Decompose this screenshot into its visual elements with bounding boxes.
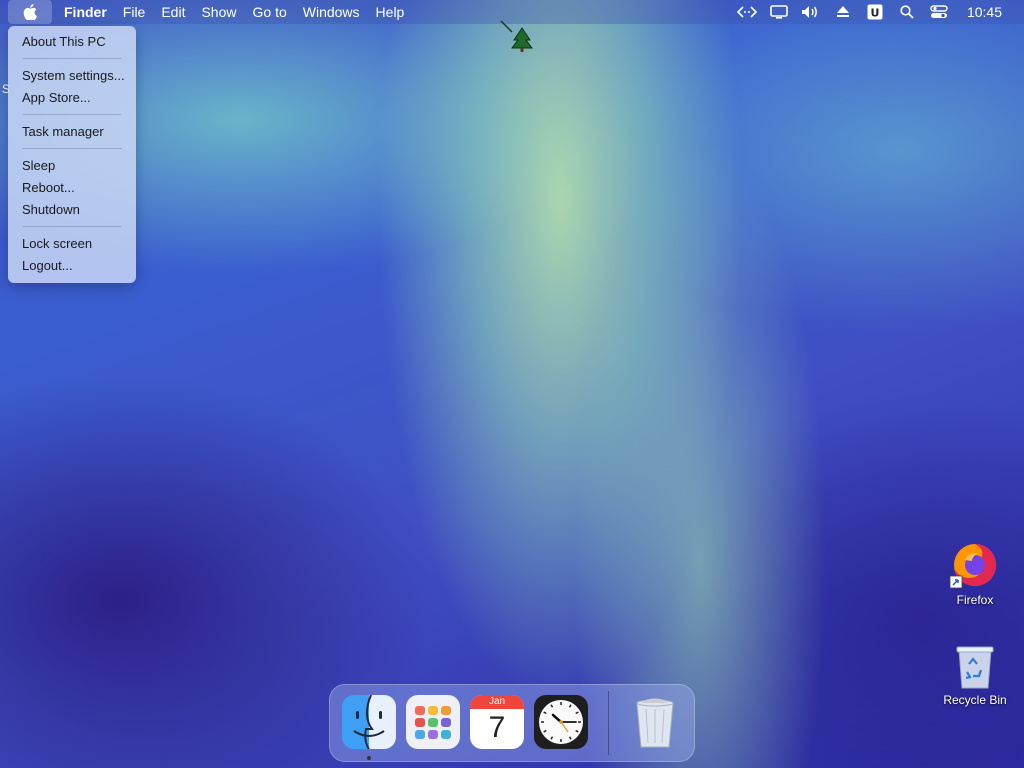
svg-text:U: U (870, 7, 879, 20)
menu-show[interactable]: Show (193, 0, 244, 24)
apple-menu-button[interactable] (8, 0, 52, 24)
desktop: Finder File Edit Show Go to Windows Help… (0, 0, 1024, 768)
dock-app-launchpad[interactable] (406, 695, 460, 749)
dock-app-calendar[interactable]: Jan 7 (470, 695, 524, 749)
dock: Jan 7 (329, 684, 695, 762)
code-icon[interactable] (731, 0, 763, 24)
apple-menu-dropdown: About This PC System settings... App Sto… (8, 26, 136, 283)
calendar-day: 7 (488, 711, 506, 744)
menu-item-logout[interactable]: Logout... (8, 255, 136, 277)
dock-app-clock[interactable] (534, 695, 588, 749)
menu-item-app-store[interactable]: App Store... (8, 87, 136, 109)
volume-icon[interactable] (795, 0, 827, 24)
menu-separator (22, 58, 122, 59)
menu-windows[interactable]: Windows (295, 0, 368, 24)
menu-item-about-this-pc[interactable]: About This PC (8, 31, 136, 53)
menu-item-task-manager[interactable]: Task manager (8, 121, 136, 143)
desktop-icon-recycle-bin[interactable]: Recycle Bin (940, 644, 1010, 707)
eject-icon[interactable] (827, 0, 859, 24)
menu-item-reboot[interactable]: Reboot... (8, 177, 136, 199)
menu-finder[interactable]: Finder (56, 0, 115, 24)
menu-separator (22, 148, 122, 149)
dock-separator (608, 691, 609, 755)
firefox-icon (950, 544, 996, 589)
apple-icon (23, 4, 37, 20)
menu-go-to[interactable]: Go to (245, 0, 295, 24)
display-icon[interactable] (763, 0, 795, 24)
trash-icon (636, 698, 674, 748)
user-u-icon[interactable]: U (859, 0, 891, 24)
recycle-bin-icon (956, 646, 994, 689)
menu-item-sleep[interactable]: Sleep (8, 155, 136, 177)
desktop-icon-firefox[interactable]: Firefox (940, 540, 1010, 607)
menu-separator (22, 114, 122, 115)
calendar-month: Jan (470, 695, 524, 709)
finder-icon (342, 694, 396, 750)
desktop-icon-label: Recycle Bin (943, 693, 1007, 707)
menu-edit[interactable]: Edit (153, 0, 193, 24)
search-icon[interactable] (891, 0, 923, 24)
menu-separator (22, 226, 122, 227)
status-area: U 10:45 (731, 0, 1024, 24)
dock-app-finder[interactable] (342, 694, 396, 750)
control-center-icon[interactable] (923, 0, 955, 24)
menu-help[interactable]: Help (368, 0, 413, 24)
dock-app-trash[interactable] (628, 695, 682, 749)
menubar-clock[interactable]: 10:45 (955, 0, 1024, 24)
menu-item-shutdown[interactable]: Shutdown (8, 199, 136, 221)
menu-item-lock-screen[interactable]: Lock screen (8, 233, 136, 255)
tree-cursor-icon (500, 20, 534, 59)
desktop-icon-label: Firefox (956, 593, 994, 607)
menu-item-system-settings[interactable]: System settings... (8, 65, 136, 87)
launchpad-icon (406, 695, 460, 749)
clock-icon (534, 695, 588, 749)
running-indicator (367, 756, 371, 760)
menu-file[interactable]: File (115, 0, 154, 24)
calendar-icon: Jan 7 (470, 695, 524, 749)
